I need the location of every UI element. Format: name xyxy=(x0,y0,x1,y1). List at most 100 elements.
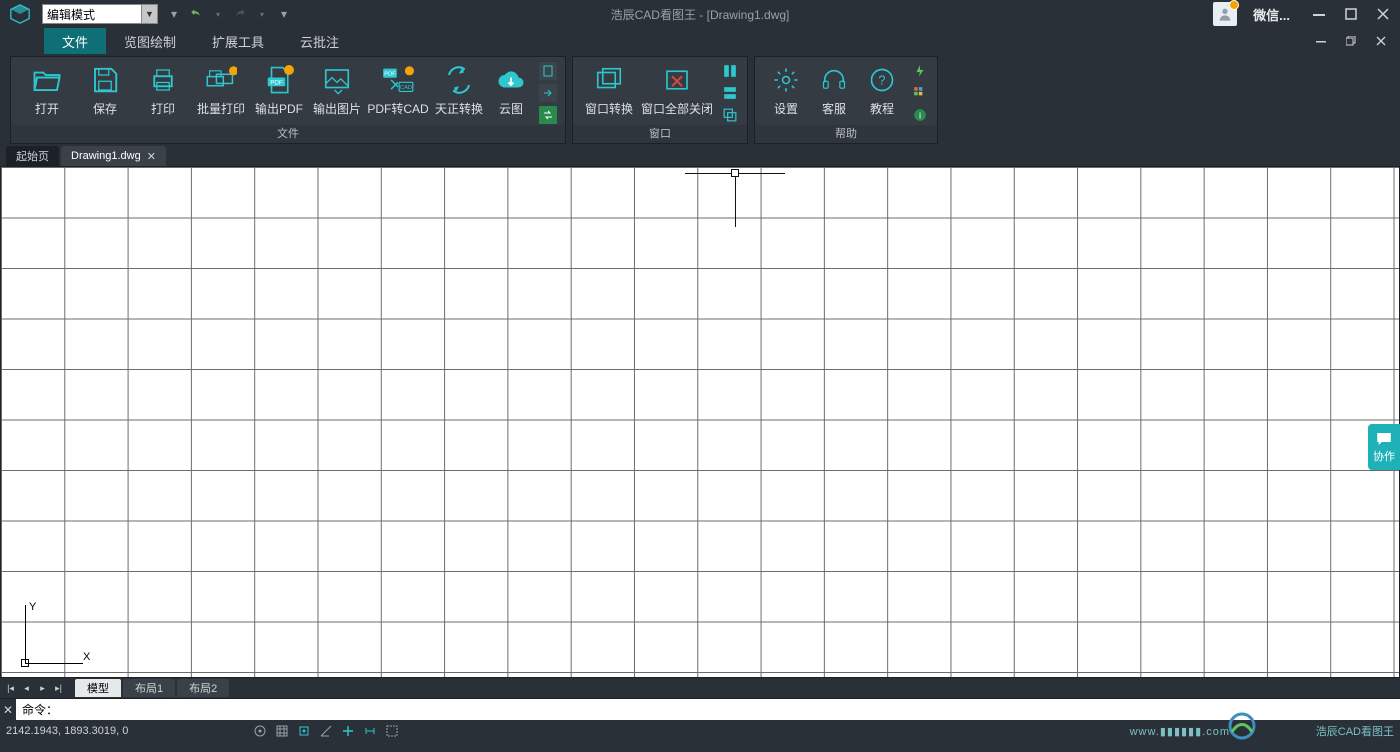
window-switch-button[interactable]: 窗口转换 xyxy=(581,62,637,124)
file-panel-small-buttons xyxy=(539,62,557,124)
print-button[interactable]: 打印 xyxy=(135,62,191,124)
window-switch-icon xyxy=(593,64,625,96)
nav-prev-icon[interactable]: ◂ xyxy=(20,682,33,695)
svg-text:i: i xyxy=(919,111,921,121)
command-input[interactable] xyxy=(16,703,1400,717)
child-minimize-button[interactable] xyxy=(1308,31,1334,51)
watermark-url: www.▮▮▮▮▮▮.com xyxy=(1130,725,1230,738)
batch-print-button[interactable]: 批量打印 xyxy=(193,62,249,124)
user-avatar[interactable] xyxy=(1213,2,1237,26)
sb-dims-icon[interactable] xyxy=(360,722,380,740)
help-panel-small-buttons: i xyxy=(911,62,929,124)
batch-print-icon xyxy=(205,64,237,96)
redo-icon[interactable] xyxy=(232,6,248,22)
collaboration-widget[interactable]: 协作 xyxy=(1368,424,1400,470)
undo-dropdown[interactable]: ▾ xyxy=(210,6,226,22)
open-button[interactable]: 打开 xyxy=(19,62,75,124)
qat-more[interactable]: ▾ xyxy=(276,6,292,22)
close-tab-icon[interactable]: ✕ xyxy=(147,150,156,163)
sb-angle-icon[interactable] xyxy=(316,722,336,740)
tile-v-icon[interactable] xyxy=(721,62,739,80)
save-icon xyxy=(89,64,121,96)
command-close-icon[interactable]: ✕ xyxy=(0,699,16,721)
tile-h-icon[interactable] xyxy=(721,84,739,102)
menu-file[interactable]: 文件 xyxy=(44,28,106,54)
small-doc-icon[interactable] xyxy=(539,62,557,80)
sb-ortho-icon[interactable] xyxy=(338,722,358,740)
help-icon: ? xyxy=(866,64,898,96)
tz-convert-button[interactable]: 天正转换 xyxy=(431,62,487,124)
layout-tab-1[interactable]: 布局1 xyxy=(123,679,175,697)
cascade-icon[interactable] xyxy=(721,106,739,124)
ucs-y-label: Y xyxy=(29,601,36,613)
layout-tab-model[interactable]: 模型 xyxy=(75,679,121,697)
settings-button[interactable]: 设置 xyxy=(763,62,809,124)
nav-last-icon[interactable]: ▸| xyxy=(52,682,65,695)
window-title: 浩辰CAD看图王 - [Drawing1.dwg] xyxy=(611,6,790,23)
ucs-x-label: X xyxy=(83,651,90,663)
small-arrow-icon[interactable] xyxy=(539,84,557,102)
menu-tools[interactable]: 扩展工具 xyxy=(194,28,282,54)
apps-icon[interactable] xyxy=(911,84,929,102)
svg-text:PDF: PDF xyxy=(270,79,283,86)
menu-annotate[interactable]: 云批注 xyxy=(282,28,357,54)
pdf-to-cad-button[interactable]: PDFCADPDF转CAD xyxy=(367,62,429,124)
child-restore-button[interactable] xyxy=(1338,31,1364,51)
panel-file: 打开 保存 打印 批量打印 PDF输出PDF 输出图片 PDFCADPDF转CA… xyxy=(10,56,566,144)
command-line: ✕ xyxy=(0,698,1400,720)
title-bar: 编辑模式 ▼ ▾ ▾ ▾ ▾ 浩辰CAD看图王 - [Drawing1.dwg]… xyxy=(0,0,1400,28)
maximize-button[interactable] xyxy=(1338,4,1364,24)
qat-dropdown[interactable]: ▾ xyxy=(166,6,182,22)
layout-tabs: |◂ ◂ ▸ ▸| 模型 布局1 布局2 xyxy=(0,678,1400,698)
svg-text:CAD: CAD xyxy=(400,85,412,91)
watermark-brand: 浩辰CAD看图王 xyxy=(1316,723,1394,739)
cloud-icon xyxy=(495,64,527,96)
headset-icon xyxy=(818,64,850,96)
close-button[interactable] xyxy=(1370,4,1396,24)
panel-help-title: 帮助 xyxy=(755,125,937,143)
menu-bar: 文件 览图绘制 扩展工具 云批注 xyxy=(0,28,1400,54)
info-icon[interactable]: i xyxy=(911,106,929,124)
cloud-button[interactable]: 云图 xyxy=(489,62,533,124)
layout-tab-2[interactable]: 布局2 xyxy=(177,679,229,697)
quick-access-toolbar: ▾ ▾ ▾ ▾ xyxy=(166,6,292,22)
panel-file-title: 文件 xyxy=(11,125,565,143)
export-image-button[interactable]: 输出图片 xyxy=(309,62,365,124)
convert-icon xyxy=(443,64,475,96)
sb-target-icon[interactable] xyxy=(250,722,270,740)
grid-overlay xyxy=(1,167,1399,677)
redo-dropdown[interactable]: ▾ xyxy=(254,6,270,22)
undo-icon[interactable] xyxy=(188,6,204,22)
window-close-all-button[interactable]: 窗口全部关闭 xyxy=(639,62,715,124)
wechat-label[interactable]: 微信... xyxy=(1253,5,1290,24)
sb-select-icon[interactable] xyxy=(382,722,402,740)
panel-window: 窗口转换 窗口全部关闭 窗口 xyxy=(572,56,748,144)
status-bar: 2142.1943, 1893.3019, 0 www.▮▮▮▮▮▮.com 浩… xyxy=(0,720,1400,742)
export-pdf-button[interactable]: PDF输出PDF xyxy=(251,62,307,124)
chat-icon xyxy=(1375,430,1393,448)
save-button[interactable]: 保存 xyxy=(77,62,133,124)
printer-icon xyxy=(147,64,179,96)
nav-first-icon[interactable]: |◂ xyxy=(4,682,17,695)
mode-select[interactable]: 编辑模式 ▼ xyxy=(42,4,158,24)
nav-next-icon[interactable]: ▸ xyxy=(36,682,49,695)
minimize-button[interactable] xyxy=(1306,4,1332,24)
customer-service-button[interactable]: 客服 xyxy=(811,62,857,124)
chevron-down-icon: ▼ xyxy=(141,5,157,23)
window-close-icon xyxy=(661,64,693,96)
tab-start-page[interactable]: 起始页 xyxy=(6,146,59,166)
tab-drawing1[interactable]: Drawing1.dwg✕ xyxy=(61,146,166,166)
mode-select-value: 编辑模式 xyxy=(47,6,95,23)
panel-window-title: 窗口 xyxy=(573,125,747,143)
child-close-button[interactable] xyxy=(1368,31,1394,51)
gear-icon xyxy=(770,64,802,96)
sb-grid-icon[interactable] xyxy=(272,722,292,740)
sb-osnap-icon[interactable] xyxy=(294,722,314,740)
svg-text:?: ? xyxy=(878,73,885,88)
flash-icon[interactable] xyxy=(911,62,929,80)
menu-browse[interactable]: 览图绘制 xyxy=(106,28,194,54)
tutorial-button[interactable]: ?教程 xyxy=(859,62,905,124)
small-swap-icon[interactable] xyxy=(539,106,557,124)
svg-text:PDF: PDF xyxy=(384,71,396,77)
drawing-canvas[interactable]: Y X xyxy=(0,166,1400,678)
